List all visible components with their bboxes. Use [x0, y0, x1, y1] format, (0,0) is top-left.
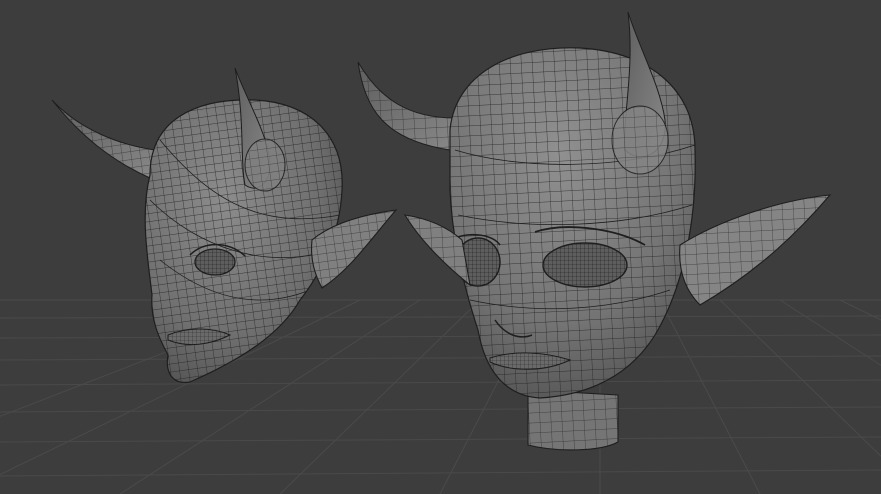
mesh-horned-elf-head-right[interactable] — [357, 11, 832, 451]
3d-viewport[interactable] — [0, 0, 881, 494]
mesh-horned-elf-head-left[interactable] — [51, 67, 398, 390]
viewport-canvas[interactable] — [0, 0, 881, 494]
floor-grid — [0, 299, 881, 494]
